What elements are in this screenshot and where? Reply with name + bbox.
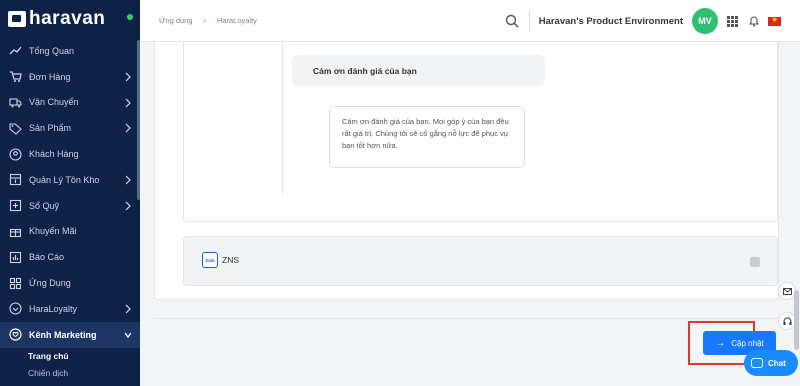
message-title-bubble: Cảm ơn đánh giá của bạn	[292, 55, 545, 86]
ledger-icon	[9, 199, 22, 212]
online-status-dot	[127, 14, 133, 20]
truck-icon	[9, 96, 22, 109]
arrow-right-icon: →	[715, 337, 726, 349]
main-scrollbar[interactable]	[794, 290, 799, 350]
chevron-right-icon	[125, 201, 131, 211]
vietnam-flag-icon[interactable]	[768, 15, 781, 26]
sidebar-item-label: Sản Phẩm	[29, 123, 72, 134]
sidebar-subitem-trang-chu[interactable]: Trang chủ	[0, 348, 140, 365]
chevron-right-icon	[125, 72, 131, 82]
sidebar-item-kenh-marketing[interactable]: Kênh Marketing	[0, 321, 140, 348]
report-icon	[9, 251, 22, 264]
divider	[528, 11, 530, 31]
user-circle-icon	[9, 148, 22, 161]
haravan-logo-icon	[8, 11, 26, 27]
cart-icon	[9, 70, 22, 83]
breadcrumb: Ứng dụng > HaraLoyalty	[159, 16, 257, 25]
sidebar-item-san-pham[interactable]: Sản Phẩm	[0, 115, 140, 141]
loyalty-icon	[9, 302, 22, 315]
sidebar-item-label: Vận Chuyển	[29, 97, 79, 108]
chevron-right-icon	[125, 304, 131, 314]
update-button-label: Cập nhật	[731, 338, 764, 348]
chat-button[interactable]: Chat	[744, 350, 798, 376]
sidebar-item-label: Khuyến Mãi	[29, 226, 77, 237]
breadcrumb-item-ung-dung[interactable]: Ứng dụng	[159, 16, 193, 25]
sidebar-item-don-hang[interactable]: Đơn Hàng	[0, 64, 140, 90]
bell-icon[interactable]	[749, 15, 759, 27]
sidebar-item-label: Kênh Marketing	[29, 329, 97, 340]
gift-icon	[9, 225, 22, 238]
sidebar-item-label: Ứng Dụng	[29, 278, 71, 289]
main-content: Cảm ơn đánh giá của bạn Cảm ơn đánh giá …	[140, 42, 800, 386]
sidebar-item-label: Khách Hàng	[29, 149, 79, 160]
logo[interactable]: haravan	[0, 0, 140, 38]
zalo-icon: Zalo	[202, 252, 218, 268]
apps-icon	[9, 277, 22, 290]
breadcrumb-separator: >	[202, 16, 207, 25]
chat-bubble-icon	[751, 358, 763, 368]
zns-channel-row[interactable]: Zalo ZNS	[183, 236, 778, 286]
chat-label: Chat	[768, 358, 786, 368]
message-body-bubble: Cảm ơn đánh giá của bạn. Mọi góp ý của b…	[329, 106, 525, 168]
brand-name: haravan	[29, 8, 106, 29]
chevron-down-icon	[124, 332, 132, 338]
chevron-right-icon	[125, 175, 131, 185]
topbar-actions: Haravan's Product Environment MV	[505, 0, 800, 42]
environment-name[interactable]: Haravan's Product Environment	[539, 16, 683, 27]
zns-label: ZNS	[222, 255, 239, 265]
sidebar-item-van-chuyen[interactable]: Vận Chuyển	[0, 90, 140, 116]
sidebar-item-khach-hang[interactable]: Khách Hàng	[0, 141, 140, 167]
sidebar-item-tong-quan[interactable]: Tổng Quan	[0, 38, 140, 64]
marketing-icon	[9, 328, 22, 341]
sidebar-item-label: Đơn Hàng	[29, 71, 71, 82]
mail-icon	[782, 287, 792, 295]
tag-icon	[9, 122, 22, 135]
inventory-icon	[9, 173, 22, 186]
sidebar: haravan Tổng Quan Đơn Hàng Vận Chuyển Sả…	[0, 0, 140, 386]
chevron-right-icon	[125, 98, 131, 108]
search-icon[interactable]	[505, 14, 519, 28]
topbar: Ứng dụng > HaraLoyalty Haravan's Product…	[140, 0, 800, 42]
sidebar-item-label: HaraLoyalty	[29, 303, 78, 314]
sidebar-nav: Tổng Quan Đơn Hàng Vận Chuyển Sản Phẩm K…	[0, 38, 140, 382]
settings-card: Cảm ơn đánh giá của bạn Cảm ơn đánh giá …	[154, 42, 779, 300]
sidebar-item-label: Quản Lý Tồn Kho	[29, 174, 100, 185]
sidebar-item-label: Tổng Quan	[29, 45, 75, 56]
apps-grid-icon[interactable]	[727, 15, 738, 27]
sidebar-item-khuyen-mai[interactable]: Khuyến Mãi	[0, 219, 140, 245]
sidebar-item-label: Báo Cáo	[29, 252, 65, 263]
breadcrumb-item-haraloyalty[interactable]: HaraLoyalty	[217, 16, 257, 25]
sidebar-item-label: Sổ Quỹ	[29, 200, 60, 211]
sidebar-item-so-quy[interactable]: Sổ Quỹ	[0, 193, 140, 219]
sidebar-subitem-chien-dich[interactable]: Chiến dịch	[0, 365, 140, 382]
zns-checkbox[interactable]	[750, 257, 760, 267]
sidebar-item-ung-dung[interactable]: Ứng Dụng	[0, 270, 140, 296]
message-preview-panel: Cảm ơn đánh giá của bạn Cảm ơn đánh giá …	[183, 42, 778, 222]
chart-line-icon	[9, 44, 22, 57]
avatar[interactable]: MV	[692, 8, 718, 34]
footer-divider	[154, 318, 794, 319]
sidebar-item-bao-cao[interactable]: Báo Cáo	[0, 244, 140, 270]
preview-divider	[282, 42, 283, 194]
chevron-right-icon	[125, 123, 131, 133]
sidebar-item-quan-ly-ton-kho[interactable]: Quản Lý Tồn Kho	[0, 167, 140, 193]
sidebar-item-haraloyalty[interactable]: HaraLoyalty	[0, 296, 140, 322]
headset-icon	[783, 317, 791, 325]
